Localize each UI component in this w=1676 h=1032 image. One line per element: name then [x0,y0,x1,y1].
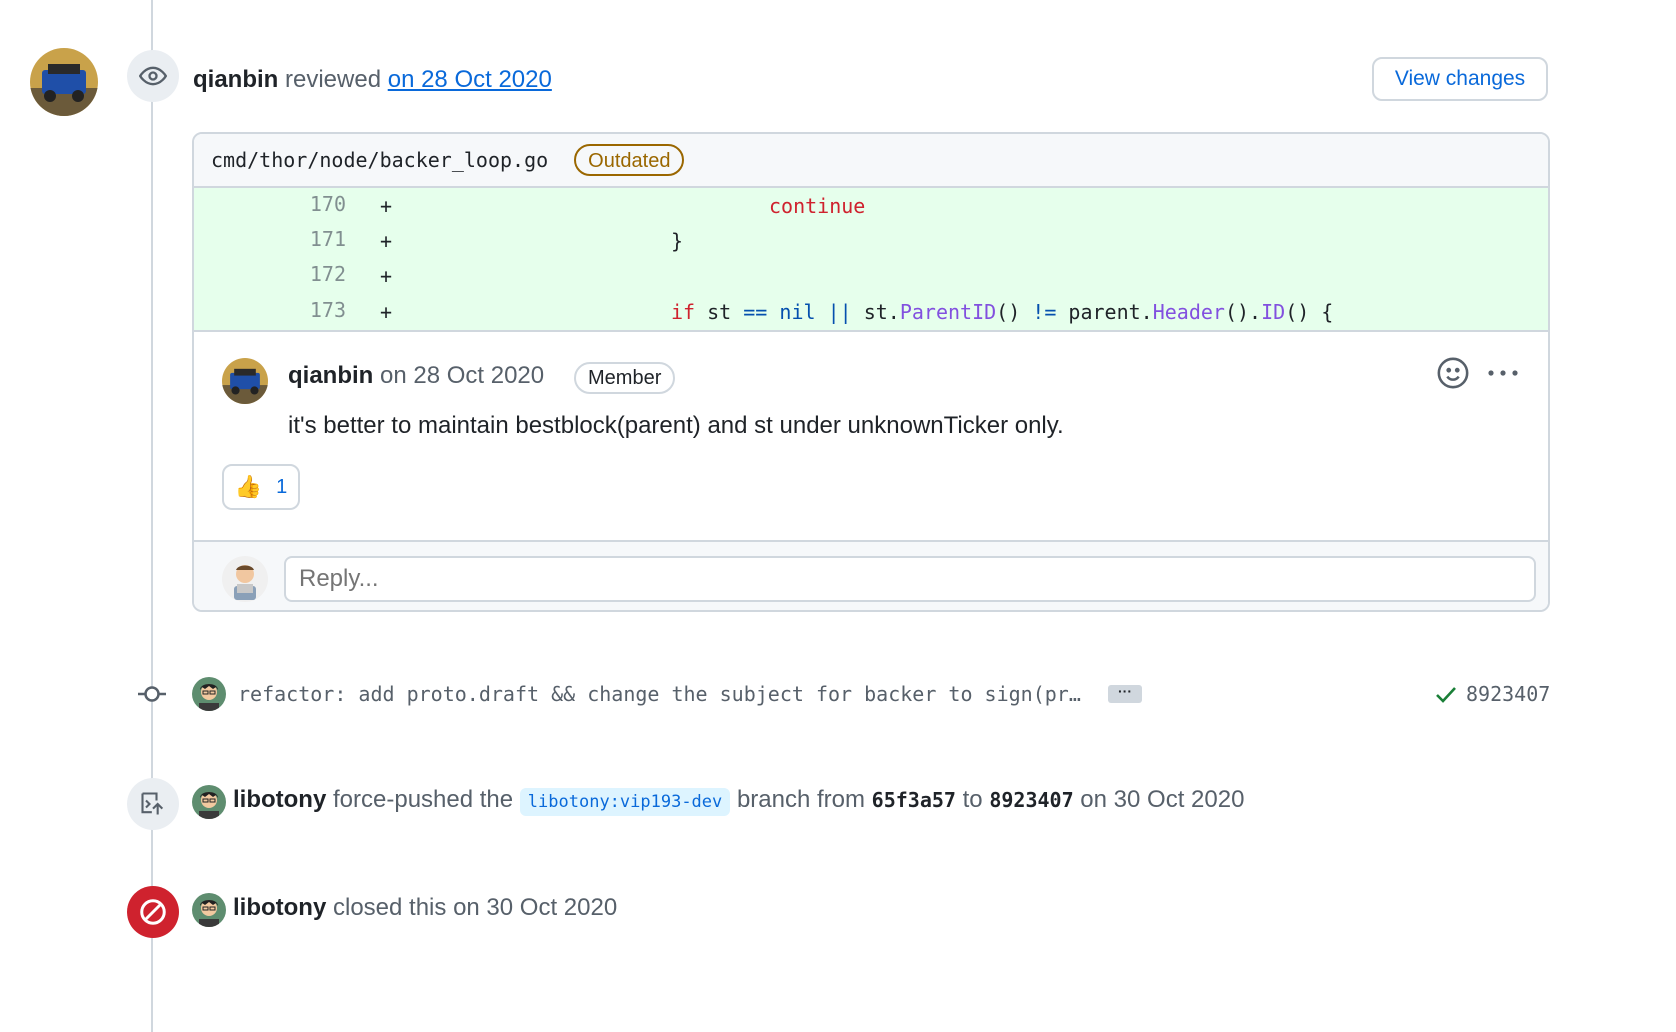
diff-sign: + [380,194,393,218]
line-number: 172 [309,262,346,286]
thumbs-up-icon: 👍 [234,474,263,499]
line-number: 173 [309,298,346,322]
add-reaction-smiley-icon[interactable] [1436,356,1470,390]
comment-body: it's better to maintain bestblock(parent… [288,412,1064,439]
outdated-badge: Outdated [574,144,685,176]
closed-event-text: libotony closed this on 30 Oct 2020 [233,894,618,921]
diff-sign: + [380,264,393,288]
from-sha-link[interactable]: 65f3a57 [872,788,956,812]
eye-icon [127,50,179,102]
git-commit-icon [138,686,166,702]
thumbs-up-reaction-button[interactable]: 👍 1 [222,464,300,510]
review-comment: qianbin on 28 Oct 2020 Member it's bette… [194,332,1548,542]
comment-date[interactable]: on 28 Oct 2020 [380,362,544,389]
commit-author-avatar[interactable] [192,677,226,711]
review-date-link[interactable]: on 28 Oct 2020 [388,66,552,93]
diff-hunk: 170 + continue 171 + } 172 + 173 + if st… [194,188,1548,332]
file-path[interactable]: cmd/thor/node/backer_loop.go [211,148,548,172]
commit-event: refactor: add proto.draft && change the … [0,672,1676,716]
closed-date[interactable]: on 30 Oct 2020 [453,894,617,921]
closed-icon [127,886,179,938]
branch-label[interactable]: libotony:vip193-dev [519,788,731,816]
reviewer-avatar[interactable] [30,48,98,116]
comment-header: qianbin on 28 Oct 2020 [288,358,544,394]
diff-sign: + [380,229,393,253]
reply-input[interactable] [284,556,1536,602]
reviewer-name[interactable]: qianbin [193,66,278,93]
comment-author-name[interactable]: qianbin [288,362,373,389]
diff-line: 171 + } [194,223,1548,258]
diff-line: 173 + if st == nil || st.ParentID() != p… [194,294,1548,329]
comment-author-avatar[interactable] [222,358,268,404]
more-options-kebab-icon[interactable] [1486,368,1520,378]
force-push-actor-avatar[interactable] [192,785,226,819]
diff-line: 172 + [194,258,1548,293]
force-push-date[interactable]: on 30 Oct 2020 [1080,786,1244,813]
force-push-event-text: libotony force-pushed the libotony:vip19… [233,782,1244,820]
line-number: 171 [309,227,346,251]
expand-commit-message-button[interactable]: ··· [1108,684,1142,703]
member-badge: Member [574,362,676,394]
closed-actor[interactable]: libotony [233,894,326,921]
view-changes-button[interactable]: View changes [1372,57,1548,101]
reaction-count: 1 [276,475,288,498]
diff-line: 170 + continue [194,188,1548,223]
timeline-line [151,0,153,1032]
reply-area [194,542,1548,610]
line-number: 170 [309,192,346,216]
to-sha-link[interactable]: 8923407 [989,788,1073,812]
diff-sign: + [380,300,393,324]
force-push-actor[interactable]: libotony [233,786,326,813]
diff-code: continue [769,194,866,218]
review-thread: cmd/thor/node/backer_loop.go Outdated 17… [192,132,1550,612]
review-action: reviewed [285,66,382,93]
file-header: cmd/thor/node/backer_loop.go Outdated [194,134,1548,188]
current-user-avatar [222,556,268,602]
commit-sha-link[interactable]: 8923407 [1466,682,1550,706]
commit-message-link[interactable]: refactor: add proto.draft && change the … [238,682,1081,706]
force-push-icon [127,778,179,830]
diff-code: } [671,229,684,253]
diff-code: if st == nil || st.ParentID() != parent.… [671,300,1334,324]
check-icon[interactable] [1434,682,1458,706]
closed-actor-avatar[interactable] [192,893,226,927]
review-header: qianbin reviewed on 28 Oct 2020 [193,62,552,98]
